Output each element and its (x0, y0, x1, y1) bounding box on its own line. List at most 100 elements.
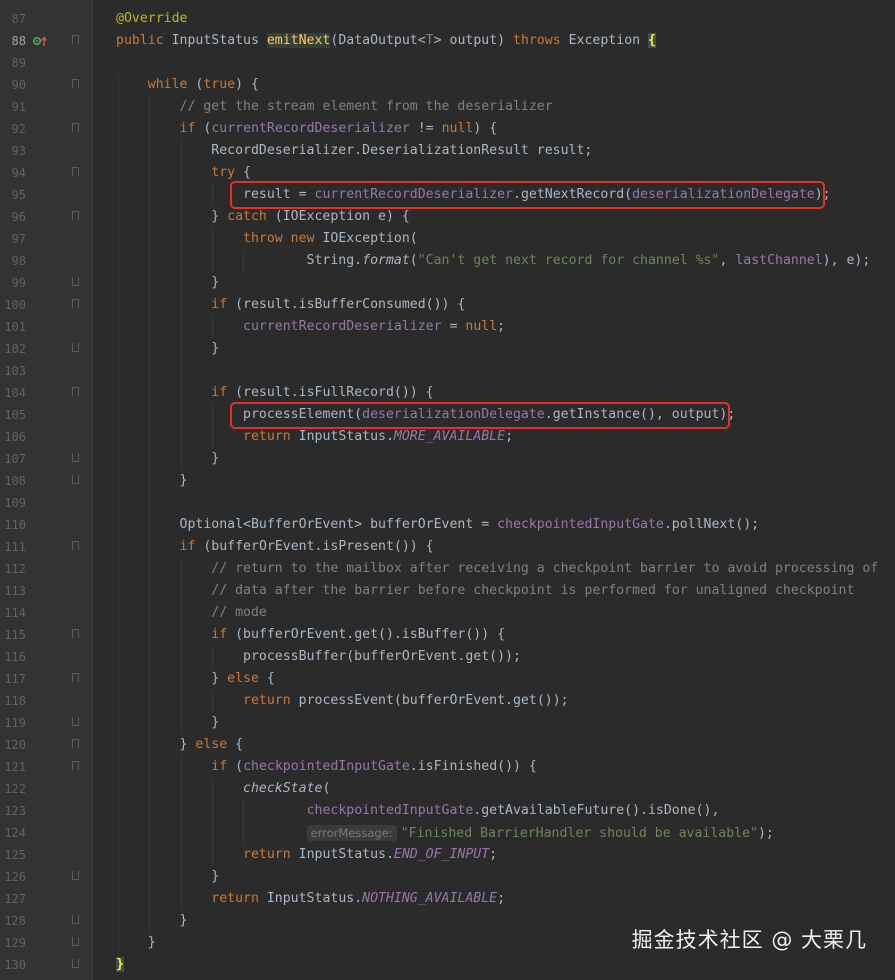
line-number: 93 (11, 144, 26, 158)
code-text: return processEvent(bufferOrEvent.get())… (243, 693, 569, 708)
code-line: 101 currentRecordDeserializer = null; (0, 316, 895, 338)
watermark: 掘金技术社区 @ 大栗几 (631, 928, 867, 952)
code-line: 113 // data after the barrier before che… (0, 580, 895, 602)
code-line: 125 return InputStatus.END_OF_INPUT; (0, 844, 895, 866)
code-line: 112 // return to the mailbox after recei… (0, 558, 895, 580)
code-line: 116 processBuffer(bufferOrEvent.get()); (0, 646, 895, 668)
code-text: } (116, 473, 188, 488)
fold-open-icon[interactable] (72, 387, 79, 396)
code-line: 96 } catch (IOException e) { (0, 206, 895, 228)
fold-close-icon[interactable] (72, 343, 79, 352)
line-number: 90 (11, 78, 26, 92)
code-line: 114 // mode (0, 602, 895, 624)
fold-close-icon[interactable] (72, 871, 79, 880)
code-text: return InputStatus.END_OF_INPUT; (243, 847, 498, 862)
fold-open-icon[interactable] (72, 211, 79, 220)
code-line: 99 } (0, 272, 895, 294)
code-line: 91 // get the stream element from the de… (0, 96, 895, 118)
code-line: 88 public InputStatus emitNext(DataOutput… (0, 30, 895, 52)
line-number: 105 (4, 408, 26, 422)
code-line: 109 (0, 492, 895, 514)
fold-open-icon[interactable] (72, 299, 79, 308)
fold-open-icon[interactable] (72, 673, 79, 682)
line-number: 124 (4, 826, 26, 840)
line-number: 92 (11, 122, 26, 136)
fold-close-icon[interactable] (72, 717, 79, 726)
code-text: } (116, 869, 220, 884)
code-line: 123 checkpointedInputGate.getAvailableFu… (0, 800, 895, 822)
line-number: 126 (4, 870, 26, 884)
line-number: 117 (4, 672, 26, 686)
code-text: } (116, 957, 124, 972)
line-number: 116 (4, 650, 26, 664)
code-line: 103 (0, 360, 895, 382)
code-text: if (currentRecordDeserializer != null) { (179, 121, 498, 136)
code-text: } (116, 341, 220, 356)
fold-open-icon[interactable] (72, 167, 79, 176)
fold-open-icon[interactable] (72, 35, 79, 44)
line-number: 98 (11, 254, 26, 268)
line-number: 129 (4, 936, 26, 950)
code-text: RecordDeserializer.DeserializationResult… (116, 143, 593, 158)
line-number: 120 (4, 738, 26, 752)
fold-close-icon[interactable] (72, 915, 79, 924)
line-number: 109 (4, 496, 26, 510)
fold-open-icon[interactable] (72, 541, 79, 550)
line-number: 130 (4, 958, 26, 972)
fold-close-icon[interactable] (72, 453, 79, 462)
line-number: 125 (4, 848, 26, 862)
code-line: 104 if (result.isFullRecord()) { (0, 382, 895, 404)
code-line: 130} (0, 954, 895, 976)
code-text: while (true) { (147, 77, 259, 92)
code-line: 124 errorMessage: "Finished BarrierHandle… (0, 822, 895, 844)
fold-close-icon[interactable] (72, 475, 79, 484)
code-text: throw new IOException( (243, 231, 418, 246)
line-number: 127 (4, 892, 26, 906)
code-text: try { (211, 165, 251, 180)
code-line: 122 checkState( (0, 778, 895, 800)
line-number: 107 (4, 452, 26, 466)
fold-open-icon[interactable] (72, 79, 79, 88)
code-line: 100 if (result.isBufferConsumed()) { (0, 294, 895, 316)
fold-close-icon[interactable] (72, 959, 79, 968)
code-line: 115 if (bufferOrEvent.get().isBuffer()) … (0, 624, 895, 646)
code-line: 90 while (true) { (0, 74, 895, 96)
line-number: 113 (4, 584, 26, 598)
fold-open-icon[interactable] (72, 761, 79, 770)
line-number: 108 (4, 474, 26, 488)
code-text: if (result.isBufferConsumed()) { (211, 297, 466, 312)
code-text: return InputStatus.MORE_AVAILABLE; (243, 429, 514, 444)
code-text: } (116, 935, 156, 950)
code-editor[interactable]: 87 @Override 88 public InputStatus emitNext… (0, 0, 895, 980)
fold-open-icon[interactable] (72, 123, 79, 132)
code-text: } (116, 451, 220, 466)
code-text: if (bufferOrEvent.get().isBuffer()) { (211, 627, 506, 642)
line-number: 99 (11, 276, 26, 290)
line-number: 96 (11, 210, 26, 224)
code-text: } else { (116, 671, 275, 686)
line-number: 87 (11, 12, 26, 26)
code-text: } catch (IOException e) { (116, 209, 410, 224)
code-line: 93 RecordDeserializer.DeserializationRes… (0, 140, 895, 162)
line-number: 101 (4, 320, 26, 334)
line-number: 106 (4, 430, 26, 444)
fold-close-icon[interactable] (72, 277, 79, 286)
code-text: checkState( (243, 781, 331, 796)
code-line: 102 } (0, 338, 895, 360)
fold-open-icon[interactable] (72, 739, 79, 748)
override-implements-icon[interactable] (33, 35, 47, 47)
code-text: checkpointedInputGate.getAvailableFuture… (306, 803, 720, 818)
code-text: // return to the mailbox after receiving… (211, 561, 879, 576)
code-text: } (116, 715, 220, 730)
code-line: 127 return InputStatus.NOTHING_AVAILABLE… (0, 888, 895, 910)
line-number: 111 (4, 540, 26, 554)
fold-close-icon[interactable] (72, 937, 79, 946)
code-text: if (result.isFullRecord()) { (211, 385, 434, 400)
code-text: if (bufferOrEvent.isPresent()) { (179, 539, 434, 554)
code-line: 126 } (0, 866, 895, 888)
line-number: 100 (4, 298, 26, 312)
code-text: public InputStatus emitNext(DataOutput<T… (116, 33, 656, 48)
code-text: errorMessage: "Finished BarrierHandler sh… (116, 822, 774, 845)
code-line: 89 (0, 52, 895, 74)
fold-open-icon[interactable] (72, 629, 79, 638)
